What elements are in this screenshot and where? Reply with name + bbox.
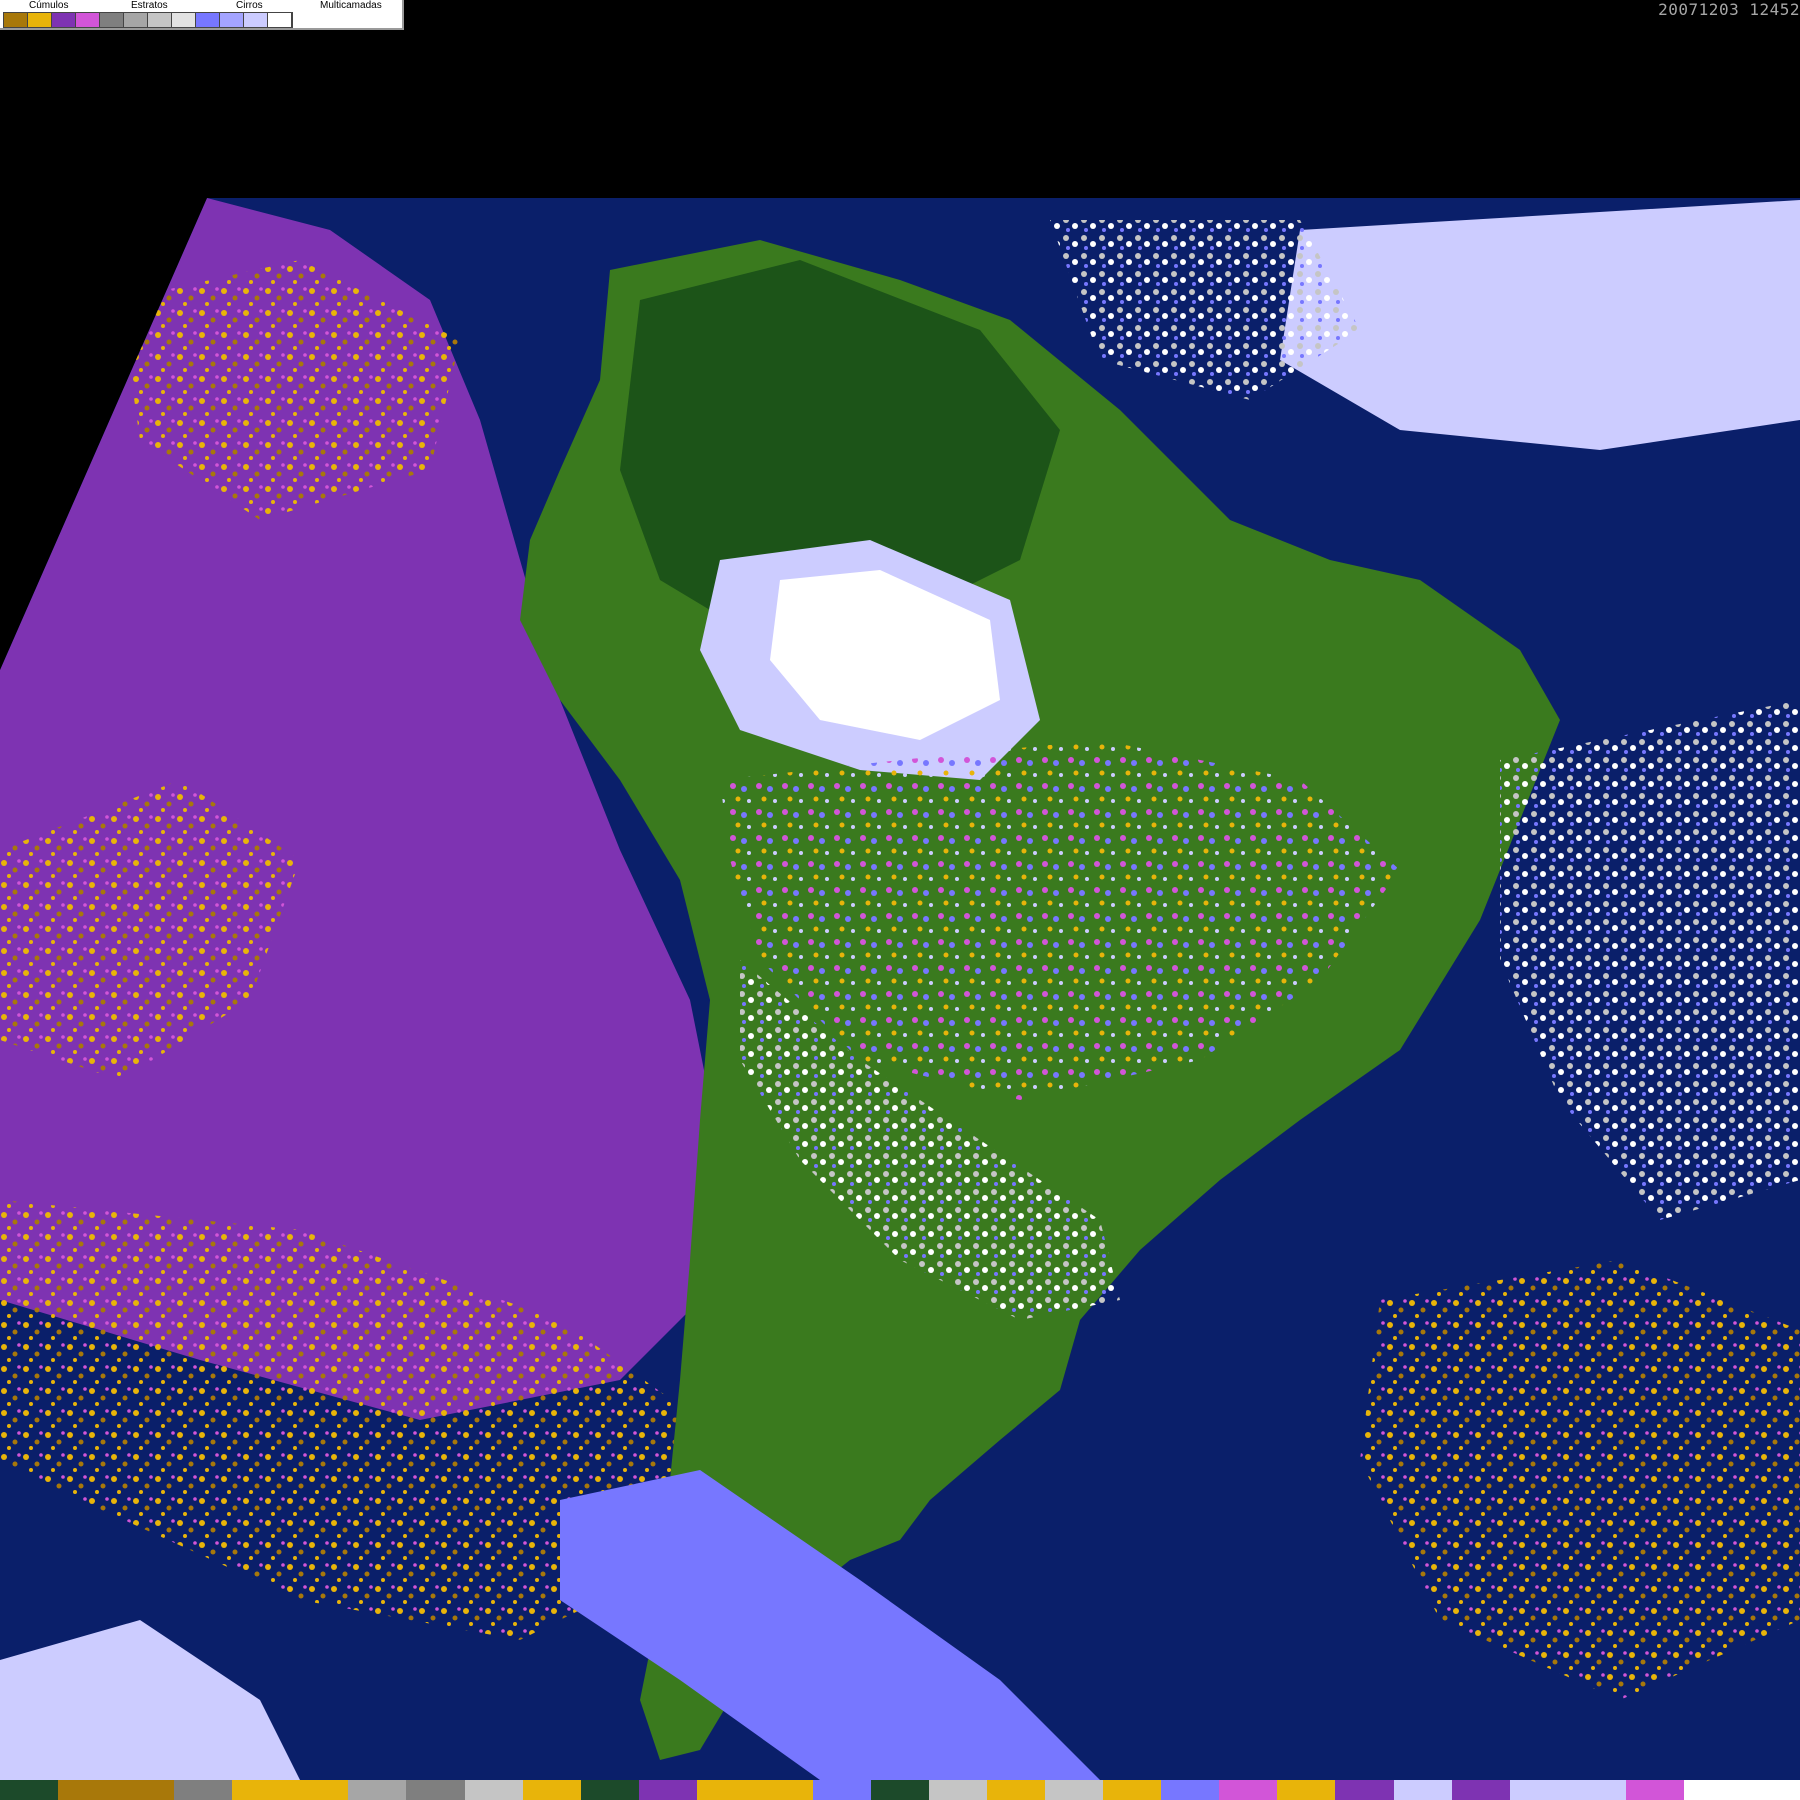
bottom-strip-cell: [58, 1780, 117, 1800]
legend-swatch: [100, 13, 124, 27]
bottom-strip-cell: [116, 1780, 175, 1800]
legend-swatch: [268, 13, 292, 27]
bottom-strip-cell: [696, 1780, 755, 1800]
bottom-strip-cell: [754, 1780, 813, 1800]
satellite-cloud-classification-map: [0, 198, 1800, 1780]
legend-swatch: [172, 13, 196, 27]
legend-swatch: [4, 13, 28, 27]
cloud-type-legend: Cúmulos Estratos Cirros Multicamadas: [0, 0, 404, 30]
bottom-strip-cell: [1393, 1780, 1452, 1800]
bottom-strip-cell: [1161, 1780, 1220, 1800]
bottom-strip-cell: [1045, 1780, 1104, 1800]
legend-label-stratus: Estratos: [131, 0, 168, 11]
bottom-strip-cell: [1277, 1780, 1336, 1800]
bottom-strip-cell: [0, 1780, 59, 1800]
bottom-strip-cell: [1567, 1780, 1626, 1800]
legend-label-cumulus: Cúmulos: [29, 0, 69, 11]
bottom-strip-cell: [1683, 1780, 1742, 1800]
legend-swatches: [3, 12, 293, 28]
bottom-strip-cell: [1625, 1780, 1684, 1800]
bottom-strip-cell: [1451, 1780, 1510, 1800]
bottom-strip-cell: [1509, 1780, 1568, 1800]
bottom-strip-cell: [406, 1780, 465, 1800]
bottom-strip-cell: [1103, 1780, 1162, 1800]
bottom-strip-cell: [812, 1780, 871, 1800]
legend-label-cirrus: Cirros: [236, 0, 263, 11]
bottom-strip-cell: [987, 1780, 1046, 1800]
bottom-color-strip: [0, 1780, 1800, 1800]
legend-group-labels: Cúmulos Estratos Cirros Multicamadas: [0, 0, 404, 12]
bottom-strip-cell: [174, 1780, 233, 1800]
legend-swatch: [220, 13, 244, 27]
legend-swatch: [148, 13, 172, 27]
legend-swatch: [196, 13, 220, 27]
bottom-strip-cell: [1335, 1780, 1394, 1800]
bottom-strip-cell: [464, 1780, 523, 1800]
bottom-strip-cell: [870, 1780, 929, 1800]
legend-label-multilayer: Multicamadas: [320, 0, 382, 11]
bottom-strip-cell: [348, 1780, 407, 1800]
legend-swatch: [28, 13, 52, 27]
legend-swatch: [244, 13, 268, 27]
bottom-strip-cell: [1741, 1780, 1800, 1800]
bottom-strip-cell: [522, 1780, 581, 1800]
bottom-strip-cell: [580, 1780, 639, 1800]
bottom-strip-cell: [232, 1780, 291, 1800]
bottom-strip-cell: [290, 1780, 349, 1800]
image-timestamp: 20071203 12452: [1658, 0, 1800, 19]
legend-swatch: [76, 13, 100, 27]
bottom-strip-cell: [1219, 1780, 1278, 1800]
bottom-strip-cell: [929, 1780, 988, 1800]
bottom-strip-cell: [638, 1780, 697, 1800]
satellite-footprint: [0, 198, 1800, 1780]
legend-swatch: [52, 13, 76, 27]
legend-swatch: [124, 13, 148, 27]
